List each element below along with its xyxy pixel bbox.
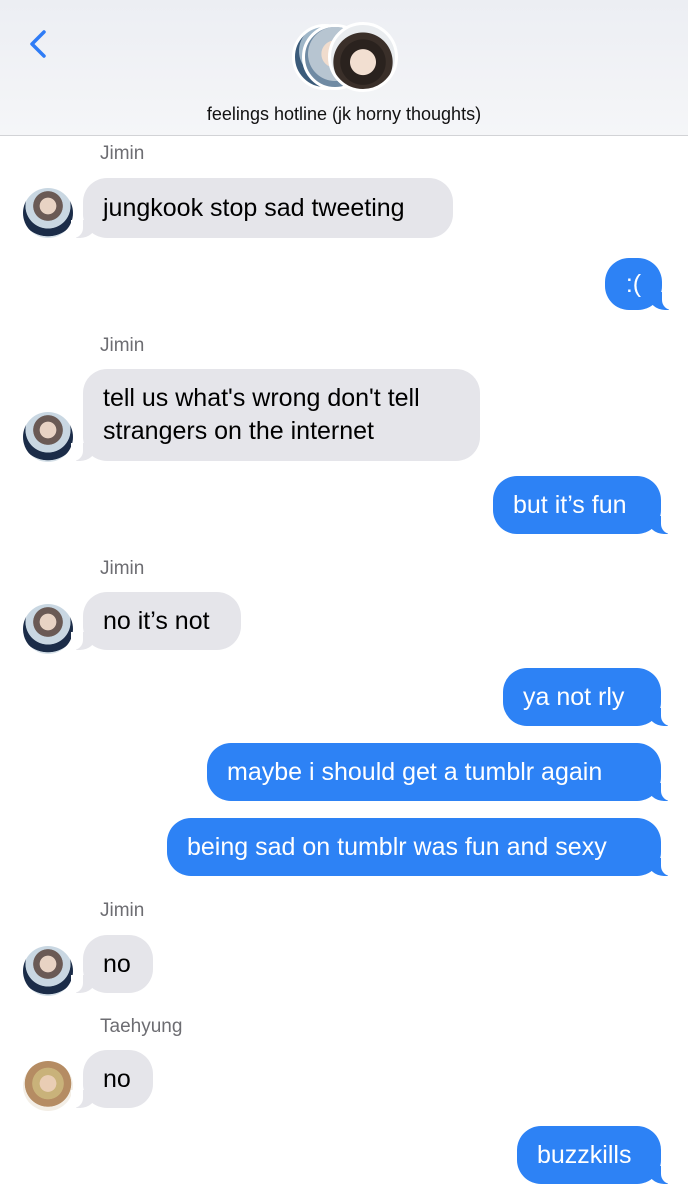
- chat-title[interactable]: feelings hotline (jk horny thoughts): [0, 104, 688, 125]
- message-text: no: [103, 1064, 131, 1093]
- avatar: [328, 22, 398, 92]
- avatar[interactable]: [23, 188, 73, 238]
- message-text: but it’s fun: [513, 490, 627, 519]
- message-bubble-sent[interactable]: ya not rly: [503, 668, 673, 726]
- chat-header: feelings hotline (jk horny thoughts): [0, 0, 688, 136]
- chevron-left-icon[interactable]: [22, 26, 58, 62]
- sender-name: Jimin: [100, 143, 145, 164]
- message-bubble-sent[interactable]: being sad on tumblr was fun and sexy: [167, 818, 673, 876]
- message-text: ya not rly: [523, 682, 625, 711]
- message-text: maybe i should get a tumblr again: [227, 757, 603, 786]
- message-text: :(: [625, 269, 642, 298]
- message-bubble-received[interactable]: no: [71, 935, 153, 993]
- message-bubble-received[interactable]: no: [71, 1050, 153, 1108]
- sender-name: Jimin: [100, 900, 145, 921]
- avatar[interactable]: [23, 946, 73, 996]
- message-text: buzzkills: [537, 1140, 632, 1169]
- message-text: jungkook stop sad tweeting: [103, 193, 405, 222]
- group-avatars[interactable]: [292, 22, 402, 94]
- message-text: no it’s not: [103, 606, 210, 635]
- sender-name: Taehyung: [100, 1016, 183, 1037]
- message-bubble-received[interactable]: no it’s not: [71, 592, 241, 650]
- sender-name: Jimin: [100, 558, 145, 579]
- message-bubble-received[interactable]: jungkook stop sad tweeting: [71, 178, 453, 238]
- message-bubble-sent[interactable]: maybe i should get a tumblr again: [207, 743, 673, 801]
- avatar[interactable]: [23, 604, 73, 654]
- sender-name: Jimin: [100, 335, 145, 356]
- message-bubble-sent[interactable]: :(: [605, 258, 674, 310]
- message-text: tell us what's wrong don't tell stranger…: [103, 384, 420, 445]
- avatar[interactable]: [23, 1061, 73, 1111]
- avatar[interactable]: [23, 412, 73, 462]
- message-bubble-sent[interactable]: buzzkills: [517, 1126, 673, 1184]
- message-text: no: [103, 949, 131, 978]
- message-bubble-sent[interactable]: but it’s fun: [493, 476, 673, 534]
- message-bubble-received[interactable]: tell us what's wrong don't tell stranger…: [71, 369, 480, 461]
- message-text: being sad on tumblr was fun and sexy: [187, 832, 607, 861]
